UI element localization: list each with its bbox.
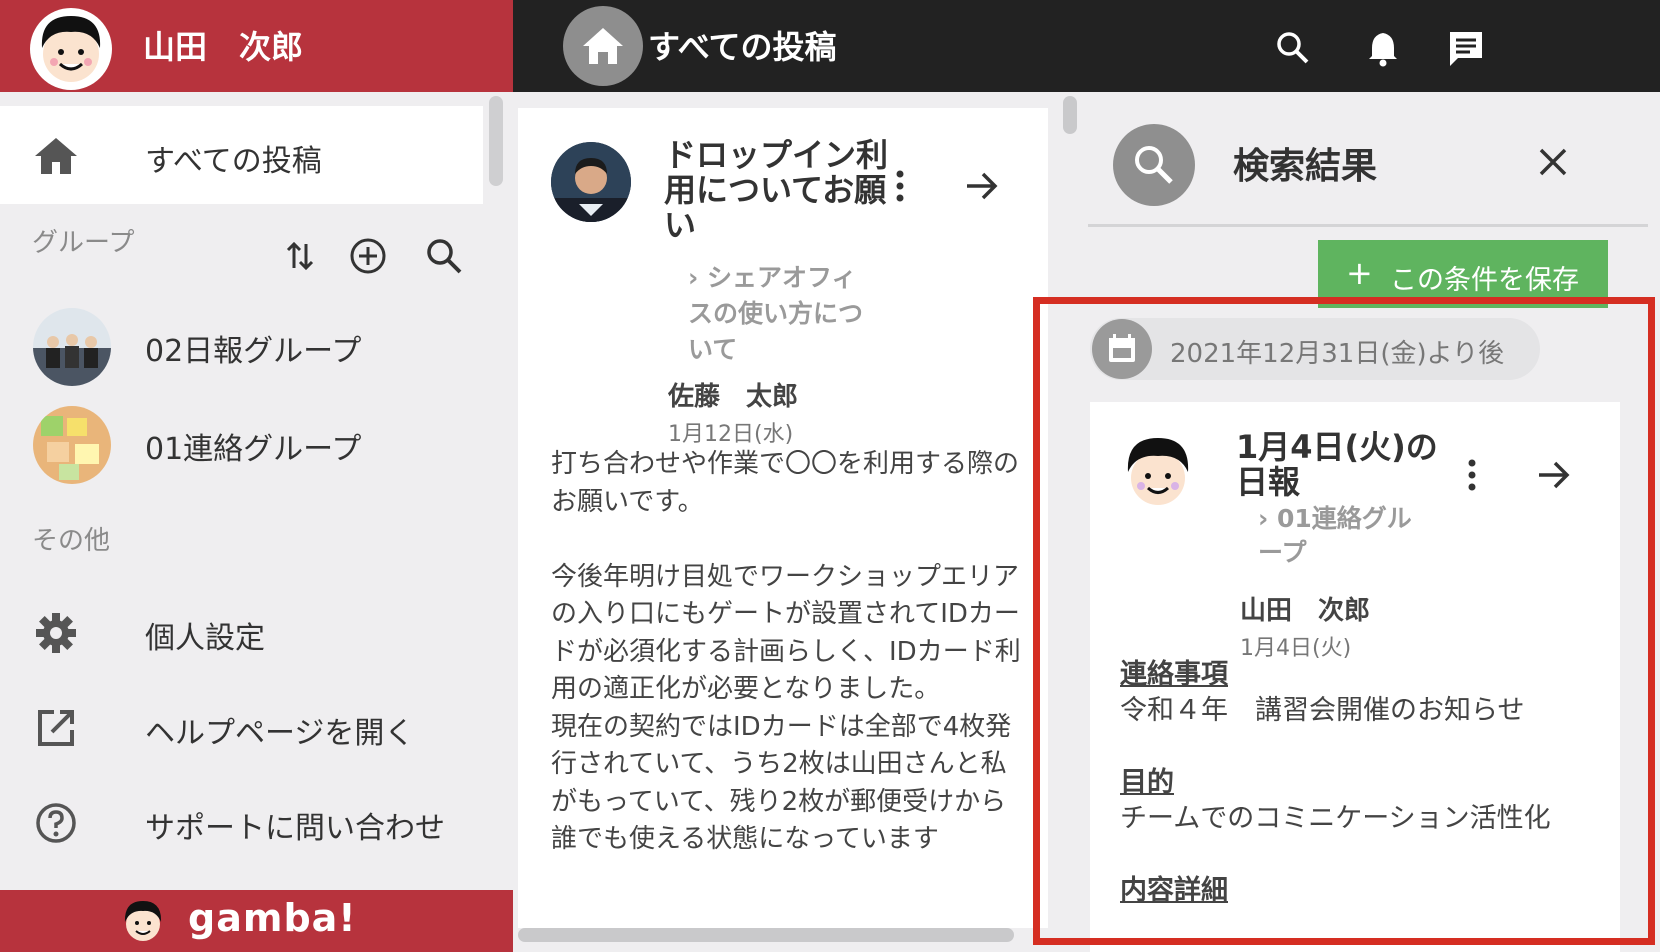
field-heading-purpose: 目的 [1120,767,1174,798]
gamba-logo-text: gamba! [188,896,357,940]
group-photo [33,308,111,386]
sidebar-item-help-page[interactable]: ヘルプページを開く [0,688,483,768]
sidebar: 山田 次郎 すべての投稿 グループ 02日報グループ 01連絡グループ その他 … [0,0,513,952]
user-name: 山田 次郎 [143,28,304,66]
group-photo [33,406,111,484]
post-column: ドロップイン利用についてお願い › シェアオフィスの使い方について 佐藤 太郎 … [513,92,1078,952]
more-vert-icon[interactable] [1462,457,1482,493]
sidebar-group-01[interactable]: 01連絡グループ [0,398,483,488]
sidebar-item-label: サポートに問い合わせ [145,811,445,846]
author-avatar[interactable] [551,142,631,222]
group-search-icon[interactable] [424,236,464,276]
post-horizontal-scrollbar[interactable] [518,928,1014,942]
post-card[interactable]: ドロップイン利用についてお願い › シェアオフィスの使い方について 佐藤 太郎 … [518,108,1048,928]
home-button[interactable] [563,6,643,86]
field-heading-contact: 連絡事項 [1120,659,1228,690]
sidebar-header: 山田 次郎 [0,0,513,92]
sidebar-item-settings[interactable]: 個人設定 [0,593,483,673]
user-avatar[interactable] [30,8,112,90]
sidebar-item-label: すべての投稿 [145,144,322,179]
arrow-right-icon[interactable] [1533,457,1573,493]
post-author: 佐藤 太郎 [668,382,799,412]
post-group-link[interactable]: › シェアオフィスの使い方について [688,260,878,368]
arrow-right-icon[interactable] [961,168,1001,204]
search-result-card[interactable]: 1月4日(火)の日報 › 01連絡グループ 山田 次郎 1月4日(火) 連絡事項… [1090,402,1620,952]
page-title: すべての投稿 [648,28,837,66]
result-date: 1月4日(火) [1240,636,1352,661]
sort-icon[interactable] [280,236,320,276]
calendar-icon [1092,319,1152,379]
result-title[interactable]: 1月4日(火)の日報 [1236,430,1456,500]
filter-chip-label: 2021年12月31日(金)より後 [1170,339,1505,369]
group-label: 01連絡グループ [145,432,362,467]
divider [1088,224,1648,227]
field-value-contact: 令和４年 講習会開催のお知らせ [1120,695,1525,726]
bell-icon[interactable] [1363,28,1403,68]
sidebar-item-support[interactable]: サポートに問い合わせ [0,783,483,863]
groups-heading: グループ [32,228,135,258]
search-icon [1113,124,1195,206]
brand-footer: gamba! [0,890,513,952]
post-body: 打ち合わせや作業で〇〇を利用する際のお願いです。 今後年明け目処でワークショップ… [551,449,1021,854]
gamba-logo-icon [118,896,168,946]
sidebar-item-label: ヘルプページを開く [145,716,415,751]
other-heading: その他 [32,526,111,556]
close-icon[interactable] [1533,142,1573,182]
date-filter-chip[interactable]: 2021年12月31日(金)より後 [1090,318,1540,380]
sidebar-item-label: 個人設定 [145,621,265,656]
save-condition-button[interactable]: + この条件を保存 [1318,240,1608,308]
sidebar-group-02[interactable]: 02日報グループ [0,300,483,390]
result-group-link[interactable]: › 01連絡グループ [1258,502,1428,570]
search-icon[interactable] [1273,28,1313,68]
search-results-panel: 検索結果 + この条件を保存 2021年12月31日(金)より後 1月4日(火)… [1078,92,1660,952]
external-link-icon [34,706,78,750]
field-heading-details: 内容詳細 [1120,875,1228,906]
save-condition-label: この条件を保存 [1390,265,1579,296]
home-icon [33,136,79,176]
app-window: 山田 次郎 すべての投稿 グループ 02日報グループ 01連絡グループ その他 … [0,0,1660,952]
add-circle-icon[interactable] [348,236,388,276]
result-author: 山田 次郎 [1240,596,1371,626]
top-bar: すべての投稿 [513,0,1660,92]
post-date: 1月12日(水) [668,422,794,447]
panel-title: 検索結果 [1233,146,1378,187]
help-circle-icon [34,801,78,845]
sidebar-item-all-posts[interactable]: すべての投稿 [0,106,483,204]
field-value-purpose: チームでのコミニケーション活性化 [1120,803,1551,834]
author-avatar[interactable] [1118,430,1198,512]
plus-icon: + [1346,254,1373,292]
post-vertical-scrollbar[interactable] [1063,96,1077,134]
more-vert-icon[interactable] [890,168,910,204]
sidebar-scrollbar[interactable] [489,96,503,186]
post-title[interactable]: ドロップイン利用についてお願い [664,138,894,243]
message-icon[interactable] [1446,28,1486,68]
group-label: 02日報グループ [145,334,362,369]
gear-icon [34,611,78,655]
